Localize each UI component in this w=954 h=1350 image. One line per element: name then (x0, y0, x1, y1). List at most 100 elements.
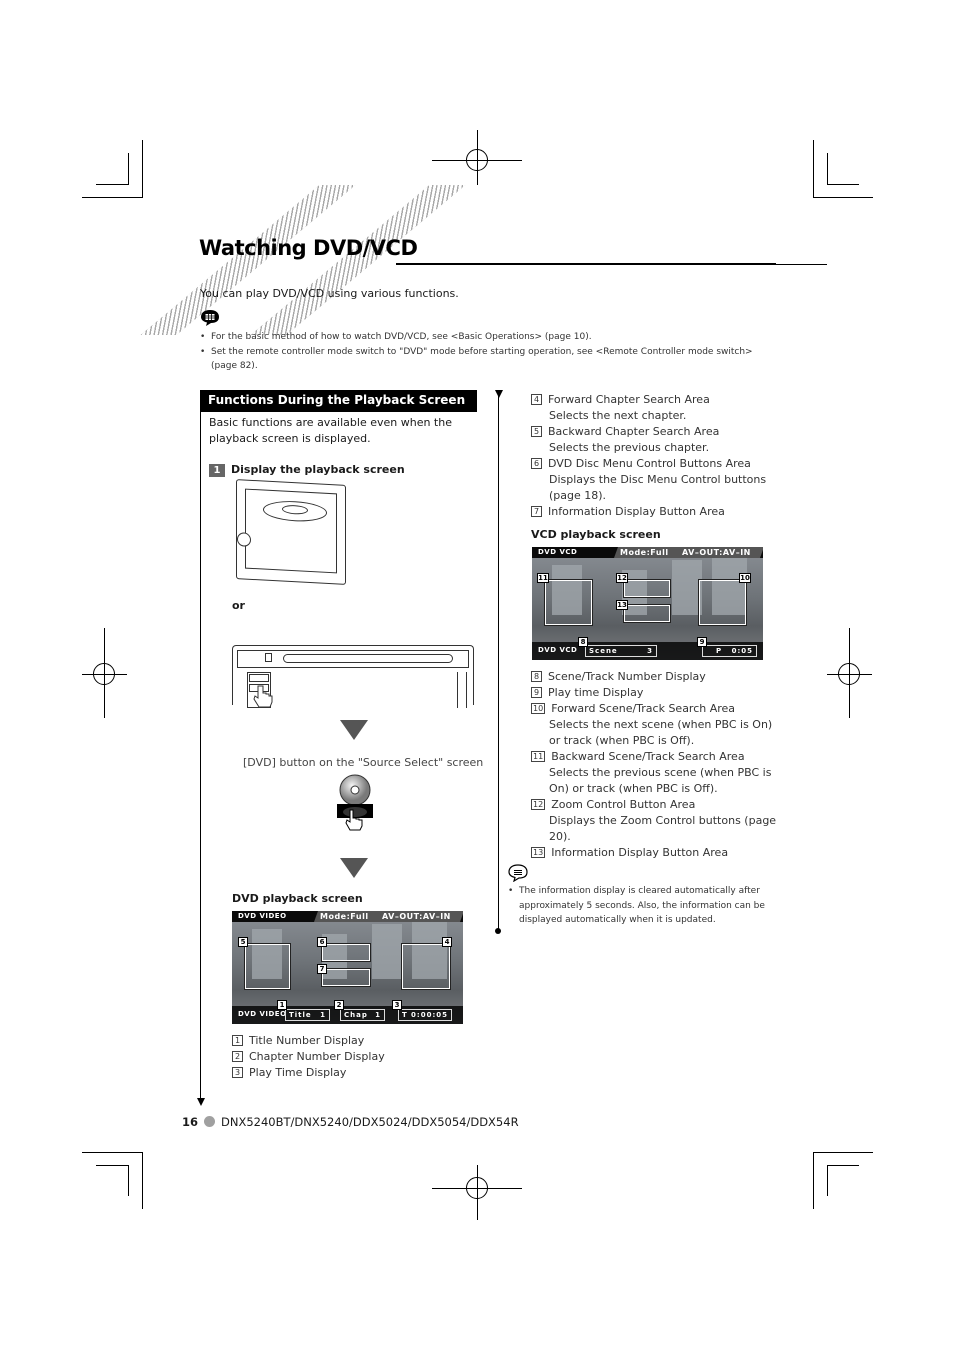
page-number: 16 (182, 1115, 199, 1129)
pointing-hand-icon (253, 685, 273, 708)
note-item: For the basic method of how to watch DVD… (200, 330, 770, 345)
step-1: 1 Display the playback screen (209, 462, 405, 478)
list-item: 3 Play Time Display (232, 1065, 385, 1081)
callout-3: 3 (392, 1000, 402, 1010)
forward-chapter-search-area[interactable] (401, 943, 451, 990)
list-item: 1 Title Number Display (232, 1033, 385, 1049)
list-item: 10 Forward Scene/Track Search Area (531, 702, 736, 715)
dvd-playback-screen: DVD VIDEO Mode:Full AV–OUT:AV–IN 5 6 7 4… (232, 911, 463, 1024)
chapter-number-display: Chap 1 (340, 1009, 385, 1021)
play-time-display: P 0:05 (702, 645, 757, 657)
mode-label: Mode:Full (620, 548, 669, 557)
forward-scene-track-search-area[interactable] (698, 579, 747, 626)
speech-bubble-note-icon (508, 864, 528, 882)
dvd-items-list: 1 Title Number Display 2 Chapter Number Di… (232, 1033, 385, 1081)
av-label: AV–OUT:AV–IN (682, 548, 751, 557)
zoom-control-button-area[interactable] (623, 579, 671, 598)
callout-4: 4 (442, 937, 452, 947)
callout-13: 13 (616, 600, 628, 610)
title-rule-thin (776, 264, 827, 265)
note-item: Set the remote controller mode switch to… (200, 345, 770, 374)
callout-6: 6 (317, 937, 327, 947)
list-item-desc: Selects the previous scene (when PBC is … (549, 766, 772, 795)
decorative-hatch (140, 185, 356, 335)
vcd-items-list: 8 Scene/Track Number Display 9 Play time D… (531, 669, 786, 861)
source-label: DVD VIDEO (238, 912, 287, 920)
list-item: 5 Backward Chapter Search Area (531, 424, 781, 440)
callout-2: 2 (334, 1000, 344, 1010)
list-item-desc: Displays the Disc Menu Control buttons (… (549, 473, 767, 502)
bottom-info-bar: DVD VIDEO Title 1 Chap 1 T 0:00:05 (232, 1006, 463, 1024)
information-display-button-area[interactable] (321, 968, 371, 987)
page-title: Watching DVD/VCD (199, 236, 418, 260)
vcd-screen-label: VCD playback screen (531, 528, 661, 541)
arrow-down-icon (197, 1098, 205, 1106)
callout-9: 9 (697, 637, 707, 647)
list-item-desc: Selects the next chapter. (549, 409, 687, 422)
bottom-source-label: DVD VCD (538, 646, 578, 654)
list-item: 6 DVD Disc Menu Control Buttons Area (531, 456, 781, 472)
av-label: AV–OUT:AV–IN (382, 912, 451, 921)
source-label: DVD VCD (538, 548, 578, 556)
bottom-info-bar: DVD VCD Scene 3 P 0:05 (532, 642, 763, 660)
list-item-desc: Selects the next scene (when PBC is On) … (549, 718, 773, 747)
callout-10: 10 (739, 573, 751, 583)
arrow-down-icon (495, 390, 503, 398)
notes-list: For the basic method of how to watch DVD… (200, 330, 770, 374)
list-item: 8 Scene/Track Number Display (531, 669, 786, 685)
column-rule-right (498, 392, 499, 930)
scene-track-number-display: Scene 3 (585, 645, 657, 657)
right-items-list: 4 Forward Chapter Search Area Selects the… (531, 392, 781, 520)
list-item: 13 Information Display Button Area (531, 846, 729, 859)
step-number: 1 (209, 464, 225, 477)
volume-knob (237, 532, 251, 547)
arrow-down-icon (340, 720, 368, 740)
list-item: 12 Zoom Control Button Area (531, 798, 696, 811)
page-footer: 16 DNX5240BT/DNX5240/DDX5024/DDX5054/DDX5… (182, 1115, 519, 1129)
head-unit-front-illustration (232, 645, 474, 708)
decorative-hatch (250, 185, 466, 335)
note-item: The information display is cleared autom… (508, 884, 773, 928)
mode-label: Mode:Full (320, 912, 369, 921)
callout-1: 1 (277, 1000, 287, 1010)
title-rule (396, 263, 776, 265)
top-info-bar: DVD VIDEO Mode:Full AV–OUT:AV–IN (232, 911, 463, 922)
footer-dot-icon (204, 1116, 216, 1127)
arrow-down-icon (340, 858, 368, 878)
list-item-desc: Selects the previous chapter. (549, 441, 710, 454)
vcd-playback-screen: DVD VCD Mode:Full AV–OUT:AV–IN 11 12 13 … (532, 547, 763, 660)
vcd-note-list: The information display is cleared autom… (508, 884, 773, 928)
dvd-screen-label: DVD playback screen (232, 892, 363, 905)
or-label: or (232, 599, 245, 612)
bottom-source-label: DVD VIDEO (238, 1010, 287, 1018)
section-description: Basic functions are available even when … (209, 416, 452, 445)
title-number-display: Title 1 (285, 1009, 330, 1021)
list-item-desc: Displays the Zoom Control buttons (page … (549, 814, 777, 843)
model-list: DNX5240BT/DNX5240/DDX5024/DDX5054/DDX54R (221, 1115, 519, 1129)
callout-5: 5 (238, 937, 248, 947)
top-info-bar: DVD VCD Mode:Full AV–OUT:AV–IN (532, 547, 763, 558)
column-end-dot (495, 928, 501, 934)
information-display-button-area[interactable] (623, 604, 671, 623)
intro-text: You can play DVD/VCD using various funct… (200, 287, 459, 300)
callout-12: 12 (616, 573, 628, 583)
list-item: 9 Play time Display (531, 685, 786, 701)
callout-8: 8 (578, 637, 588, 647)
callout-7: 7 (317, 964, 327, 974)
speech-bubble-note-icon (201, 310, 219, 326)
list-item: 11 Backward Scene/Track Search Area (531, 750, 745, 763)
callout-11: 11 (537, 573, 549, 583)
dvd-disc-icon (337, 774, 373, 831)
column-rule-left (200, 390, 201, 1100)
list-item: 7 Information Display Button Area (531, 504, 781, 520)
section-heading: Functions During the Playback Screen (200, 390, 477, 412)
disc-menu-control-area[interactable] (321, 943, 371, 962)
play-time-display: T 0:00:05 (398, 1009, 452, 1021)
list-item: 2 Chapter Number Display (232, 1049, 385, 1065)
step-label: Display the playback screen (231, 463, 405, 476)
source-select-caption: [DVD] button on the "Source Select" scre… (243, 756, 484, 769)
list-item: 4 Forward Chapter Search Area (531, 392, 781, 408)
backward-chapter-search-area[interactable] (244, 943, 291, 990)
head-unit-illustration (236, 479, 346, 585)
backward-scene-track-search-area[interactable] (544, 579, 593, 626)
